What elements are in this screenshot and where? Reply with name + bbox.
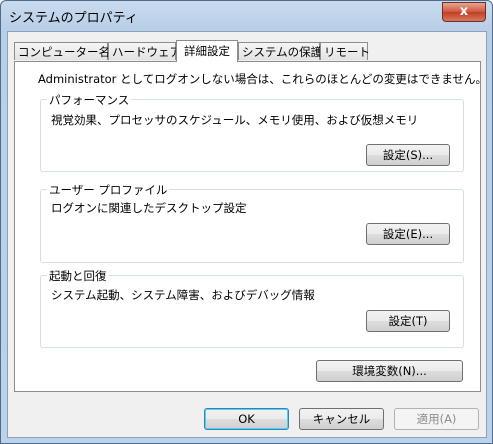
environment-variables-button[interactable]: 環境変数(N)... [316, 360, 463, 382]
tab-advanced[interactable]: 詳細設定 [176, 40, 238, 62]
tab-computer-name[interactable]: コンピューター名 [14, 42, 110, 60]
tab-remote[interactable]: リモート [320, 42, 370, 60]
tab-hardware[interactable]: ハードウェア [108, 42, 181, 60]
performance-description: 視覚効果、プロセッサのスケジュール、メモリ使用、および仮想メモリ [51, 113, 419, 127]
startup-recovery-group-title: 起動と回復 [47, 268, 109, 284]
ok-button[interactable]: OK [204, 408, 289, 430]
window-title: システムのプロパティ [9, 11, 138, 26]
dialog-client-area: コンピューター名 ハードウェア 詳細設定 システムの保護 リモート Admini… [7, 31, 487, 438]
close-button[interactable]: x [442, 2, 486, 22]
title-bar[interactable]: システムのプロパティ x [1, 1, 492, 29]
advanced-tab-panel: Administrator としてログオンしない場合は、これらのほとんどの変更は… [14, 61, 487, 392]
cancel-button[interactable]: キャンセル [299, 408, 384, 430]
user-profiles-group: ユーザー プロファイル ログオンに関連したデスクトップ設定 設定(E)... [40, 182, 464, 263]
close-icon: x [459, 4, 469, 19]
startup-recovery-settings-button[interactable]: 設定(T) [366, 310, 450, 332]
user-profiles-settings-button[interactable]: 設定(E)... [366, 223, 450, 245]
performance-settings-button[interactable]: 設定(S)... [366, 144, 450, 166]
startup-recovery-description: システム起動、システム障害、およびデバッグ情報 [51, 288, 315, 302]
user-profiles-description: ログオンに関連したデスクトップ設定 [51, 201, 247, 215]
user-profiles-group-title: ユーザー プロファイル [47, 182, 170, 198]
performance-group: パフォーマンス 視覚効果、プロセッサのスケジュール、メモリ使用、および仮想メモリ… [40, 92, 464, 172]
admin-note: Administrator としてログオンしない場合は、これらのほとんどの変更は… [38, 72, 488, 86]
tab-system-protection[interactable]: システムの保護 [238, 42, 322, 60]
startup-recovery-group: 起動と回復 システム起動、システム障害、およびデバッグ情報 設定(T) [40, 268, 464, 348]
performance-group-title: パフォーマンス [47, 92, 132, 108]
system-properties-window: システムのプロパティ x コンピューター名 ハードウェア 詳細設定 システムの保… [0, 0, 493, 444]
apply-button[interactable]: 適用(A) [394, 408, 479, 430]
